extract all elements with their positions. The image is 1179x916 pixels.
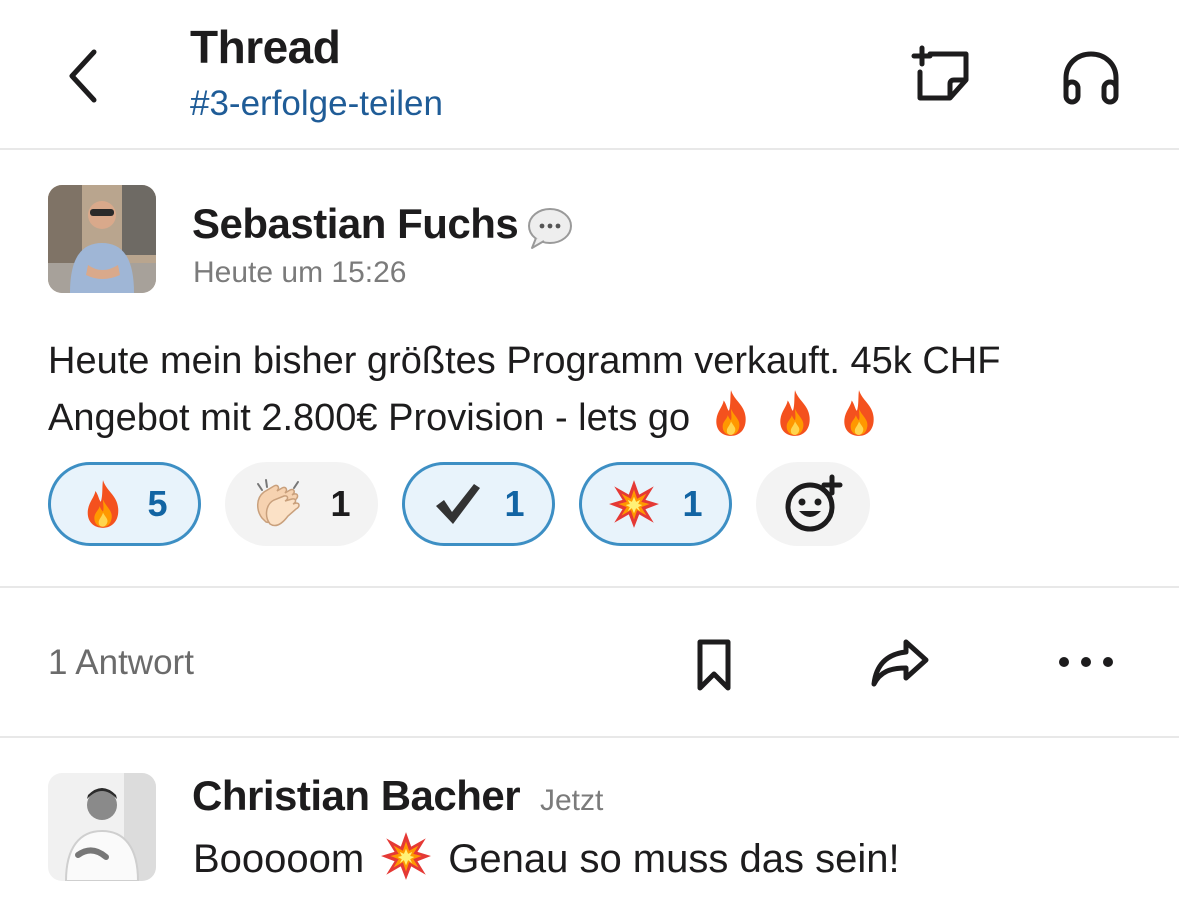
thread-header	[0, 0, 1179, 150]
reaction-boom[interactable]: 1	[579, 462, 732, 546]
page-title: Thread	[190, 21, 341, 73]
reply-text: Booooom Genau so muss das sein!	[193, 830, 900, 886]
avatar[interactable]	[48, 773, 156, 881]
new-note-icon	[911, 45, 969, 101]
share-arrow-icon	[871, 639, 929, 687]
share-button[interactable]	[868, 630, 932, 694]
avatar-photo	[48, 185, 156, 293]
back-button[interactable]	[56, 40, 116, 112]
more-button[interactable]	[1054, 630, 1118, 694]
collision-emoji	[608, 478, 660, 530]
heavy-check-mark-emoji	[436, 484, 481, 524]
reply-author[interactable]: Christian Bacher	[192, 772, 521, 820]
new-note-button[interactable]	[908, 40, 978, 110]
speech-bubble-icon	[526, 206, 574, 250]
save-button[interactable]	[682, 632, 746, 696]
reaction-count: 1	[330, 483, 351, 524]
fire-emoji	[708, 388, 754, 438]
avatar-photo	[48, 773, 156, 881]
clapping-hands-emoji	[257, 479, 301, 527]
reply-text-start: Booooom	[193, 837, 365, 881]
message-author[interactable]: Sebastian Fuchs	[192, 200, 519, 248]
reply-count: 1 Antwort	[48, 643, 194, 682]
fire-emoji	[81, 478, 125, 530]
headphones-icon	[1063, 51, 1119, 105]
reaction-count: 1	[682, 483, 703, 524]
divider	[0, 586, 1179, 588]
reaction-clap[interactable]: 1	[225, 462, 378, 546]
fire-emoji	[772, 388, 818, 438]
add-reaction-icon	[785, 474, 843, 532]
message-timestamp: Heute um 15:26	[193, 256, 407, 289]
reply-text-end: Genau so muss das sein!	[448, 837, 900, 881]
fire-emoji	[836, 388, 882, 438]
chevron-left-icon	[69, 49, 97, 103]
reaction-fire[interactable]: 5	[48, 462, 201, 546]
huddle-button[interactable]	[1056, 44, 1126, 114]
reply-timestamp: Jetzt	[540, 784, 604, 817]
divider	[0, 736, 1179, 738]
reaction-count: 5	[147, 483, 168, 524]
bookmark-icon	[697, 639, 731, 691]
more-horizontal-icon	[1059, 657, 1113, 667]
channel-link[interactable]: #3-erfolge-teilen	[190, 84, 443, 124]
add-reaction-button[interactable]	[756, 462, 870, 546]
reaction-count: 1	[504, 483, 525, 524]
message-text: Heute mein bisher größtes Programm verka…	[48, 334, 1148, 445]
collision-emoji	[380, 830, 432, 882]
avatar[interactable]	[48, 185, 156, 293]
reaction-check[interactable]: 1	[402, 462, 555, 546]
